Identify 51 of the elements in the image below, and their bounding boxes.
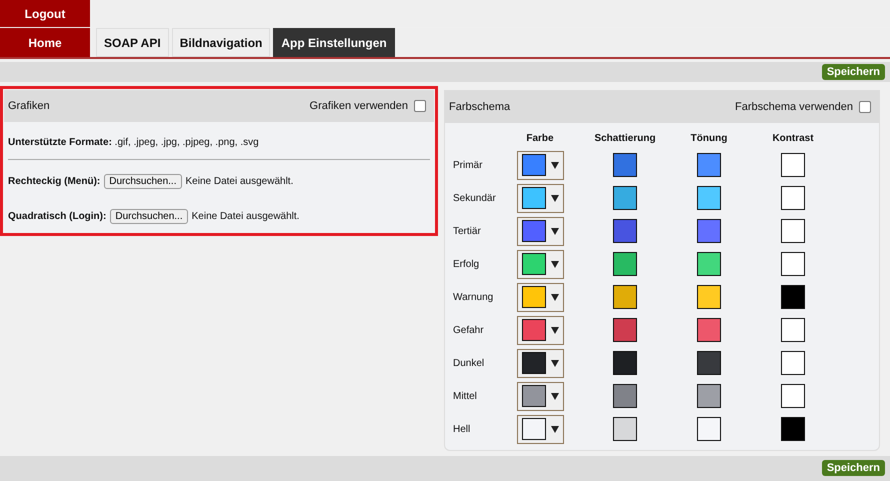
caret-icon xyxy=(551,260,559,268)
column-header: Tönung xyxy=(690,132,728,146)
color-select[interactable] xyxy=(517,150,564,180)
checkbox[interactable] xyxy=(414,100,426,112)
home-link[interactable]: Home xyxy=(0,28,90,57)
color-select[interactable] xyxy=(517,414,564,444)
formats-text: Unterstützte Formate: .gif, .jpeg, .jpg, .pjpeg, .png, .svg xyxy=(8,136,260,150)
row-label: Mittel xyxy=(453,390,478,402)
toggle-label: Grafiken verwenden xyxy=(310,100,408,112)
column-header: Schattierung xyxy=(594,132,656,146)
color-select[interactable] xyxy=(517,216,564,246)
save-button[interactable]: Speichern xyxy=(822,64,885,80)
column-header: Farbe xyxy=(525,132,555,146)
field-label: Quadratisch (Login): xyxy=(8,210,106,222)
row-label: Sekundär xyxy=(453,192,497,204)
color-select[interactable] xyxy=(517,382,564,411)
caret-icon xyxy=(551,228,559,235)
caret-icon xyxy=(551,162,559,169)
nav-tab[interactable]: SOAP API xyxy=(96,28,169,57)
color-select[interactable] xyxy=(517,316,564,345)
toggle-label: Farbschema verwenden xyxy=(734,100,853,113)
logout-link[interactable]: Logout xyxy=(0,0,90,27)
caret-icon xyxy=(551,360,559,367)
caret-icon xyxy=(551,392,559,400)
row-label: Tertiär xyxy=(453,226,482,237)
checkbox[interactable] xyxy=(859,100,871,113)
row-label: Hell xyxy=(453,424,472,435)
panel-title: Grafiken xyxy=(8,100,50,112)
field-label: Rechteckig (Menü): xyxy=(8,176,100,187)
browse-button[interactable]: Durchsuchen... xyxy=(104,174,182,189)
save-button[interactable]: Speichern xyxy=(822,460,885,476)
row-label: Gefahr xyxy=(453,324,485,336)
browse-button[interactable]: Durchsuchen... xyxy=(110,208,188,224)
nav-tab[interactable]: App Einstellungen xyxy=(273,28,395,57)
column-header: Kontrast xyxy=(772,132,814,146)
caret-icon xyxy=(551,426,559,433)
color-select[interactable] xyxy=(517,250,564,279)
row-label: Primär xyxy=(453,160,484,171)
color-select[interactable] xyxy=(517,282,564,312)
row-label: Warnung xyxy=(453,292,494,303)
color-select[interactable] xyxy=(517,348,564,378)
caret-icon xyxy=(551,326,559,334)
color-select[interactable] xyxy=(517,184,564,213)
row-label: Erfolg xyxy=(453,258,480,270)
panel-title: Farbschema xyxy=(449,100,510,113)
caret-icon xyxy=(551,194,559,202)
row-label: Dunkel xyxy=(453,358,486,369)
file-status: Keine Datei ausgewählt. xyxy=(186,176,294,187)
nav-tab[interactable]: Bildnavigation xyxy=(172,28,270,57)
file-status: Keine Datei ausgewählt. xyxy=(192,210,300,222)
caret-icon xyxy=(551,294,559,301)
